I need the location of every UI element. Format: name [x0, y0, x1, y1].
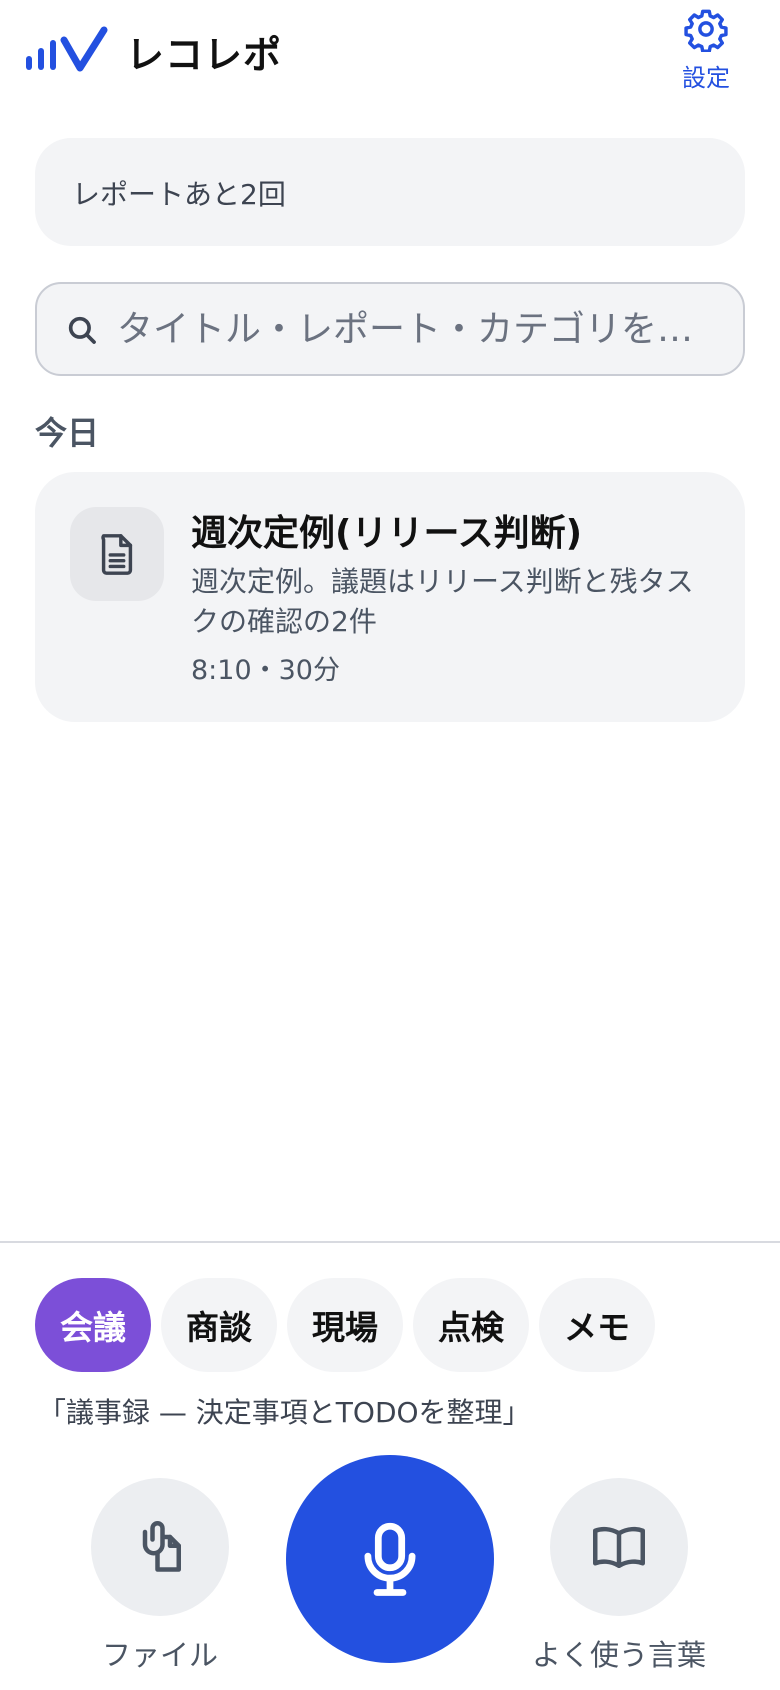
open-book-icon [593, 1526, 645, 1568]
app-screen: レコレポ 設定 レポートあと2回 今日 週次定例(リリース判 [0, 0, 780, 1690]
category-chip-memo[interactable]: メモ [539, 1278, 655, 1372]
app-title: レコレポ [126, 33, 283, 77]
file-button-label: ファイル [101, 1638, 218, 1672]
header: レコレポ 設定 [0, 0, 780, 120]
settings-label: 設定 [682, 64, 730, 92]
frequent-phrases-label: よく使う言葉 [531, 1638, 706, 1672]
category-chip-inspection[interactable]: 点検 [413, 1278, 529, 1372]
report-card[interactable]: 週次定例(リリース判断) 週次定例。議題はリリース判断と残タスクの確認の2件 8… [35, 472, 745, 722]
report-title: 週次定例(リリース判断) [191, 513, 583, 554]
bottom-panel-divider [0, 1241, 780, 1243]
report-icon-tile [70, 507, 164, 601]
category-chips: 会議 商談 現場 点検 メモ [35, 1278, 755, 1374]
frequent-phrases-button[interactable] [550, 1478, 688, 1616]
document-icon [101, 534, 133, 575]
waveform-check-logo [26, 26, 108, 72]
search-bar[interactable] [35, 282, 745, 376]
search-input[interactable] [117, 298, 729, 360]
search-icon [68, 316, 96, 344]
file-button[interactable] [91, 1478, 229, 1616]
paperclip-file-icon [142, 1521, 181, 1572]
record-button[interactable] [286, 1455, 494, 1663]
report-quota-text: レポートあと2回 [72, 178, 286, 211]
report-summary: 週次定例。議題はリリース判断と残タスクの確認の2件 [191, 565, 694, 638]
category-chip-meeting[interactable]: 会議 [35, 1278, 151, 1372]
gear-icon [684, 9, 728, 52]
category-chip-site[interactable]: 現場 [287, 1278, 403, 1372]
microphone-icon [364, 1522, 416, 1596]
section-heading-today: 今日 [35, 414, 100, 452]
report-quota-banner: レポートあと2回 [35, 138, 745, 246]
template-hint: 「議事録 — 決定事項とTODOを整理」 [38, 1396, 531, 1429]
report-meta: 8:10・30分 [191, 655, 340, 686]
category-chip-negotiation[interactable]: 商談 [161, 1278, 277, 1372]
settings-button[interactable]: 設定 [670, 6, 742, 96]
